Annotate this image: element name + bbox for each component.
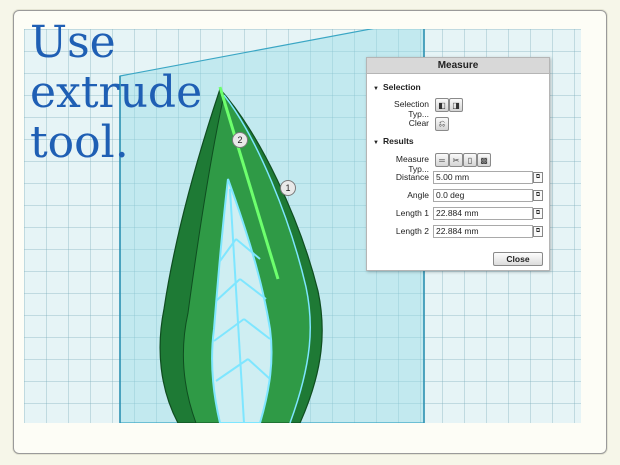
- length1-label: Length 1: [395, 208, 429, 218]
- measure-volume-icon[interactable]: ▩: [477, 153, 491, 167]
- caption-line-1: Use: [30, 17, 116, 68]
- clear-label: Clear: [408, 118, 429, 128]
- selection-section-header[interactable]: ▼ Selection: [373, 82, 421, 92]
- measure-distance-icon[interactable]: ═: [435, 153, 449, 167]
- angle-field[interactable]: 0.0 deg: [433, 189, 533, 202]
- angle-label: Angle: [407, 190, 429, 200]
- collapse-triangle-icon: ▼: [373, 140, 379, 146]
- results-section-header[interactable]: ▼ Results: [373, 136, 414, 146]
- measure-length-icon[interactable]: ▯: [463, 153, 477, 167]
- collapse-triangle-icon: ▼: [373, 86, 379, 92]
- dialog-title: Measure: [367, 58, 549, 74]
- length2-label: Length 2: [395, 226, 429, 236]
- measure-dialog: Measure ▼ Selection Selection Typ... ◧ ◨ …: [366, 57, 550, 271]
- caption-line-2: extrude: [30, 67, 203, 118]
- marker-1[interactable]: 1: [280, 180, 296, 196]
- marker-2[interactable]: 2: [232, 132, 248, 148]
- length2-field[interactable]: 22.884 mm: [433, 225, 533, 238]
- length1-field[interactable]: 22.884 mm: [433, 207, 533, 220]
- close-button[interactable]: Close: [493, 252, 543, 266]
- slide-caption: Use extrude tool.: [30, 18, 202, 168]
- select-face-icon[interactable]: ◨: [449, 98, 463, 112]
- measure-angle-icon[interactable]: ✂: [449, 153, 463, 167]
- selection-type-label: Selection Typ...: [394, 99, 429, 119]
- distance-field[interactable]: 5.00 mm: [433, 171, 533, 184]
- select-body-icon[interactable]: ◧: [435, 98, 449, 112]
- copy-angle-icon[interactable]: ⧉: [533, 190, 543, 201]
- distance-label: Distance: [395, 172, 429, 182]
- copy-length2-icon[interactable]: ⧉: [533, 226, 543, 237]
- clear-selection-icon[interactable]: ⎌: [435, 117, 449, 131]
- measure-type-label: Measure Typ...: [395, 154, 429, 174]
- caption-line-3: tool.: [30, 117, 129, 168]
- copy-distance-icon[interactable]: ⧉: [533, 172, 543, 183]
- copy-length1-icon[interactable]: ⧉: [533, 208, 543, 219]
